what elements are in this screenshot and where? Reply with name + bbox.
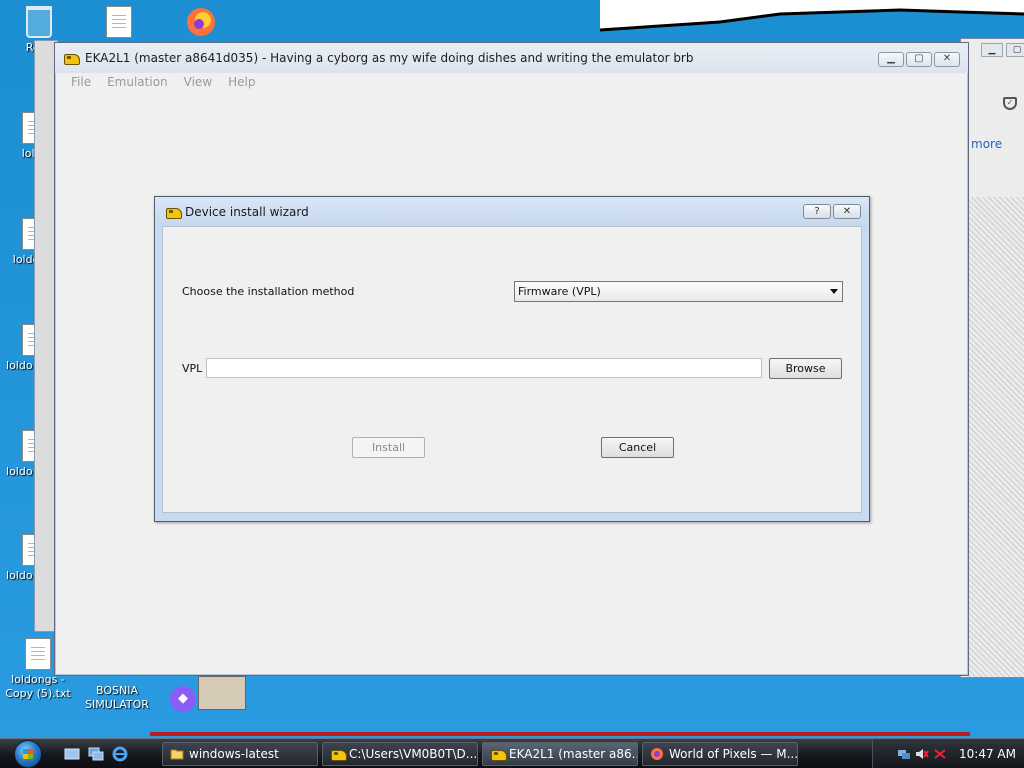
background-browser-window: ▁ ▢ ✓ more (960, 38, 1024, 678)
taskbar-item-explorer[interactable]: C:\Users\VM0B0T\D... (322, 742, 478, 766)
desktop-icon-label: BOSNIA SIMULATOR (85, 684, 149, 711)
installation-method-select[interactable]: Firmware (VPL) (514, 281, 843, 302)
dialog-body: Choose the installation method Firmware … (162, 226, 862, 513)
window-title-bar[interactable]: EKA2L1 (master a8641d035) - Having a cyb… (55, 43, 968, 73)
security-alert-icon[interactable] (933, 747, 947, 761)
taskbar-item-eka2l1[interactable]: EKA2L1 (master a86... (482, 742, 638, 766)
eka2l1-app-icon (330, 747, 347, 761)
taskbar-item-firefox[interactable]: World of Pixels — M... (642, 742, 798, 766)
taskbar: windows-latest C:\Users\VM0B0T\D... EKA2… (0, 738, 1024, 768)
minimize-button[interactable]: ▁ (981, 43, 1003, 57)
internet-explorer-icon[interactable] (112, 746, 128, 762)
firefox-icon (187, 8, 215, 36)
dialog-title-bar[interactable]: Device install wizard ? ✕ (155, 197, 869, 227)
pocket-icon[interactable]: ✓ (1003, 97, 1017, 110)
taskbar-item-label: World of Pixels — M... (669, 747, 798, 761)
background-content (969, 197, 1024, 677)
background-strip (150, 732, 970, 736)
start-button[interactable] (6, 739, 50, 768)
text-file-icon (106, 6, 132, 38)
show-desktop-icon[interactable] (64, 746, 80, 762)
minimize-button[interactable]: ▁ (878, 52, 904, 67)
vpl-label: VPL (182, 362, 203, 375)
maximize-button[interactable]: ▢ (906, 52, 932, 67)
help-button[interactable]: ? (803, 204, 831, 219)
taskbar-item-label: C:\Users\VM0B0T\D... (349, 747, 478, 761)
menu-bar: File Emulation View Help (63, 73, 264, 91)
window-controls: ▁ ▢ ✕ (878, 52, 960, 67)
volume-muted-icon[interactable] (915, 747, 929, 761)
folder-icon (170, 749, 184, 760)
switch-windows-icon[interactable] (88, 746, 104, 762)
chevron-down-icon (830, 289, 838, 294)
windows-logo-icon (14, 740, 42, 768)
cancel-button[interactable]: Cancel (601, 437, 674, 458)
dialog-title: Device install wizard (185, 205, 309, 219)
desktop-icon-label: loldongs - Copy (5).txt (5, 673, 71, 700)
window-title: EKA2L1 (master a8641d035) - Having a cyb… (85, 51, 694, 65)
recycle-bin-icon (26, 6, 52, 38)
menu-emulation[interactable]: Emulation (99, 73, 176, 91)
assistant-bubble-icon[interactable]: ◆ (170, 686, 196, 712)
text-file-icon (25, 638, 51, 670)
desktop-icon-firefox[interactable] (166, 4, 236, 42)
taskbar-item-label: windows-latest (189, 747, 279, 761)
install-button[interactable]: Install (352, 437, 425, 458)
network-icon[interactable] (897, 747, 911, 761)
vpl-path-input[interactable] (206, 358, 762, 378)
firefox-icon (651, 748, 663, 760)
desktop-icon-bosnia-simulator[interactable]: BOSNIA SIMULATOR (80, 684, 154, 712)
game-thumbnail[interactable] (198, 676, 246, 710)
eka2l1-app-icon (63, 51, 80, 65)
taskbar-item-windows-latest[interactable]: windows-latest (162, 742, 318, 766)
taskbar-item-label: EKA2L1 (master a86... (509, 747, 638, 761)
maximize-button[interactable]: ▢ (1006, 43, 1024, 57)
installation-method-label: Choose the installation method (182, 285, 355, 298)
device-install-wizard-dialog: Device install wizard ? ✕ Choose the ins… (154, 196, 870, 522)
menu-view[interactable]: View (176, 73, 220, 91)
close-button[interactable]: ✕ (833, 204, 861, 219)
clock[interactable]: 10:47 AM (959, 739, 1016, 768)
installation-method-value: Firmware (VPL) (518, 285, 601, 298)
desktop-icon-file[interactable] (84, 6, 154, 41)
close-button[interactable]: ✕ (934, 52, 960, 67)
dialog-controls: ? ✕ (803, 204, 861, 219)
browse-button[interactable]: Browse (769, 358, 842, 379)
eka2l1-app-icon (165, 205, 182, 219)
more-link[interactable]: more (971, 137, 1002, 151)
menu-help[interactable]: Help (220, 73, 263, 91)
window-controls: ▁ ▢ (981, 43, 1024, 57)
system-tray: 10:47 AM (872, 739, 1024, 768)
menu-file[interactable]: File (63, 73, 99, 91)
eka2l1-app-icon (490, 747, 507, 761)
